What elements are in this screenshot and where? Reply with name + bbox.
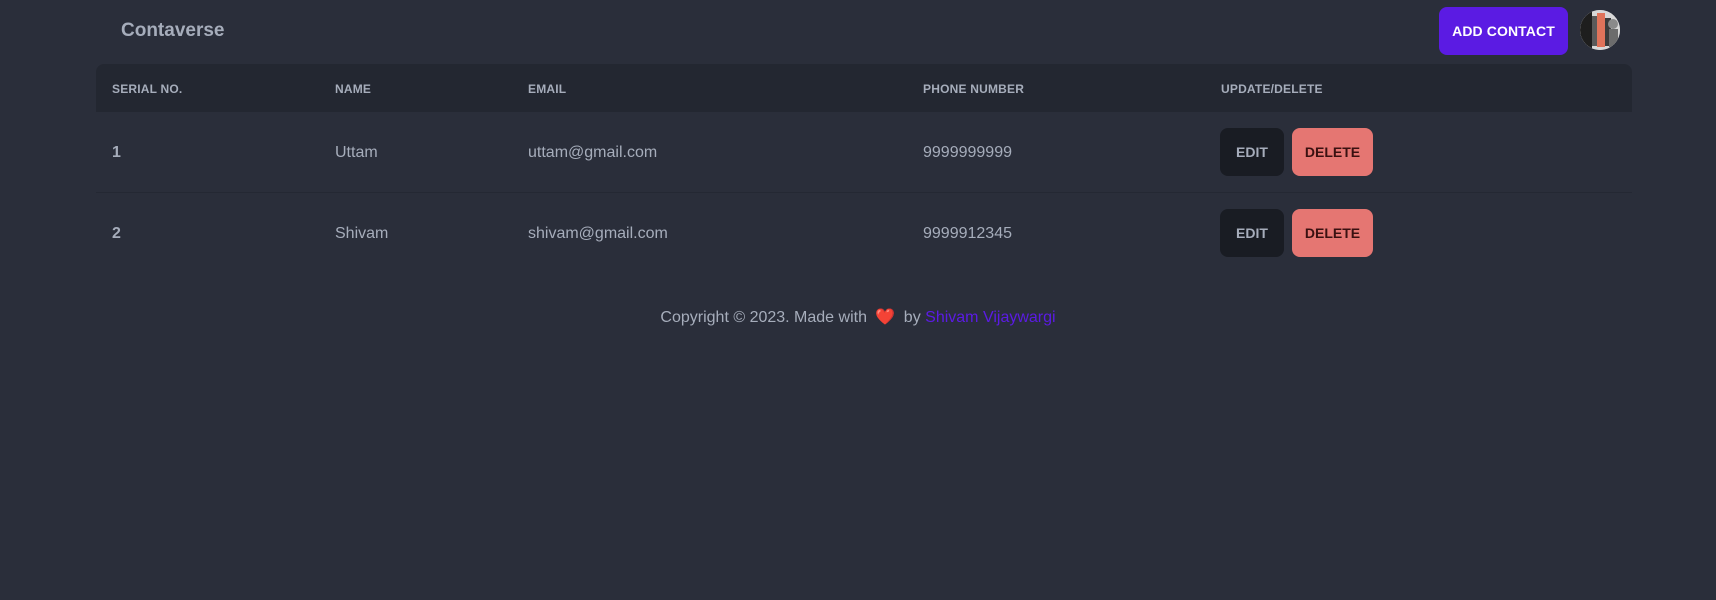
cell-serial: 1	[112, 144, 121, 161]
edit-button[interactable]: EDIT	[1220, 128, 1284, 176]
delete-button[interactable]: DELETE	[1292, 128, 1373, 176]
cell-serial: 2	[112, 225, 121, 242]
user-avatar-icon	[1580, 10, 1620, 50]
heart-icon: ❤️	[875, 309, 896, 326]
avatar[interactable]	[1580, 10, 1620, 50]
header-phone: PHONE NUMBER	[923, 82, 1025, 96]
cell-name: Uttam	[335, 144, 378, 161]
table-row: 2 Shivam shivam@gmail.com 9999912345 EDI…	[96, 193, 1632, 274]
cell-email: uttam@gmail.com	[528, 144, 658, 161]
cell-phone: 9999999999	[923, 144, 1012, 161]
add-contact-button[interactable]: ADD CONTACT	[1439, 7, 1568, 55]
header-name: NAME	[335, 82, 372, 96]
contacts-table: SERIAL NO. NAME EMAIL PHONE NUMBER UPDAT…	[96, 64, 1632, 274]
footer-by: by	[903, 309, 921, 326]
footer-copyright: Copyright © 2023. Made with	[660, 309, 867, 326]
header-update-delete: UPDATE/DELETE	[1221, 82, 1323, 96]
footer: Copyright © 2023. Made with ❤️ by Shivam…	[0, 307, 1716, 327]
navbar: Contaverse ADD CONTACT	[96, 0, 1632, 62]
table-header: SERIAL NO. NAME EMAIL PHONE NUMBER UPDAT…	[96, 64, 1632, 112]
brand-title[interactable]: Contaverse	[121, 20, 225, 42]
header-serial: SERIAL NO.	[112, 82, 183, 96]
edit-button[interactable]: EDIT	[1220, 209, 1284, 257]
cell-email: shivam@gmail.com	[528, 225, 668, 242]
table-row: 1 Uttam uttam@gmail.com 9999999999 EDIT …	[96, 112, 1632, 193]
cell-phone: 9999912345	[923, 225, 1012, 242]
header-email: EMAIL	[528, 82, 567, 96]
cell-name: Shivam	[335, 225, 389, 242]
author-link[interactable]: Shivam Vijaywargi	[925, 309, 1055, 326]
delete-button[interactable]: DELETE	[1292, 209, 1373, 257]
